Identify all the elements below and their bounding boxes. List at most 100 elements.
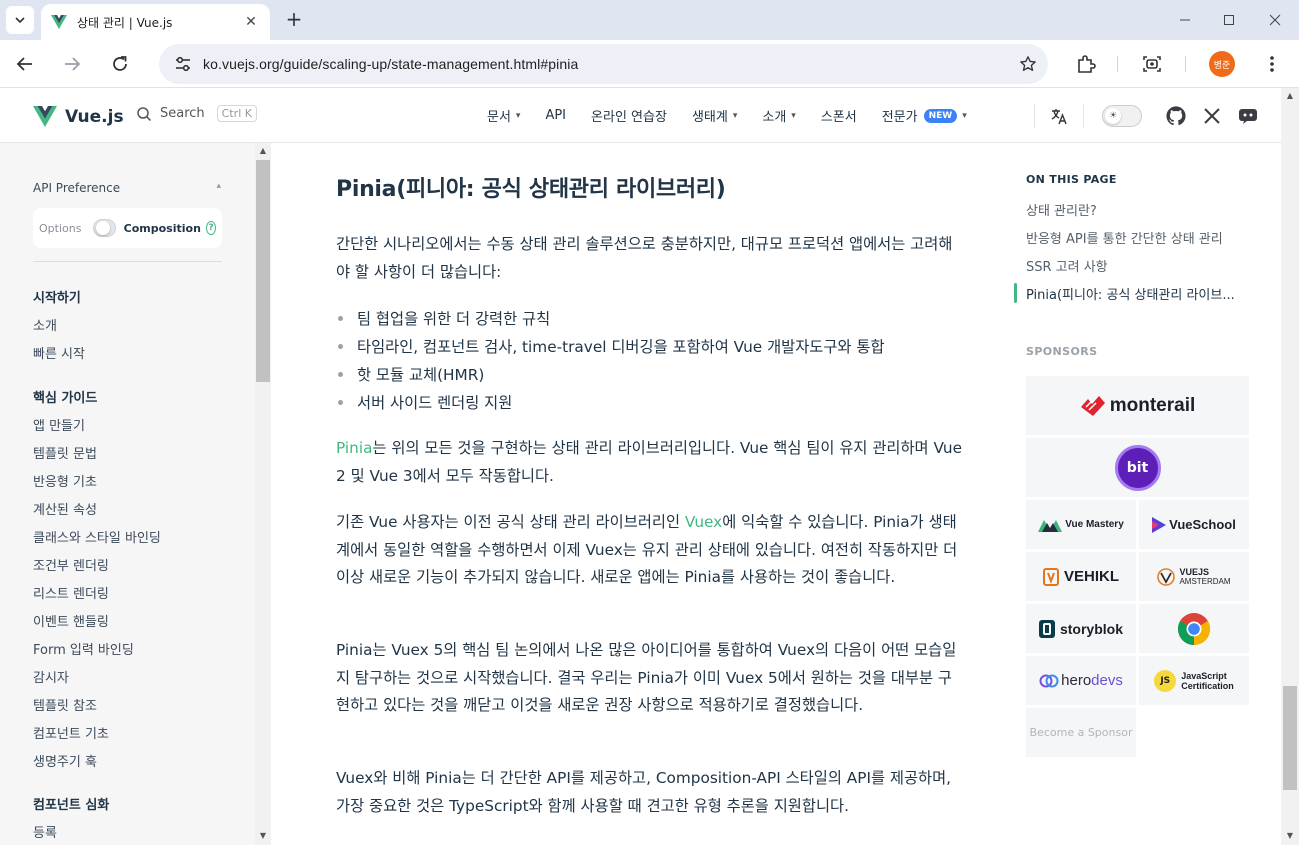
nav-playground[interactable]: 온라인 연습장 [591,106,667,125]
page-scrollbar[interactable]: ▲ ▼ [1281,88,1299,845]
sidebar-item[interactable]: 템플릿 참조 [33,695,97,714]
logo-text: Vue.js [65,106,124,127]
sidebar-item[interactable]: 클래스와 스타일 바인딩 [33,527,161,546]
sidebar-item[interactable]: 빠른 시작 [33,343,85,362]
github-icon[interactable] [1158,105,1194,126]
help-question-icon[interactable]: ? [205,221,216,235]
monterail-logo-icon [1080,395,1105,416]
nav-about[interactable]: 소개 ▾ [762,106,795,125]
pinia-link[interactable]: Pinia [336,439,372,457]
scroll-down-arrow-icon[interactable]: ▼ [255,831,271,840]
sponsor-monterail[interactable]: monterail [1026,376,1249,435]
sidebar-item[interactable]: 계산된 속성 [33,499,97,518]
screen-capture-icon[interactable] [1138,50,1166,78]
url-text[interactable]: ko.vuejs.org/guide/scaling-up/state-mana… [203,56,1008,72]
chevron-down-icon: ▾ [732,110,738,121]
site-info-icon[interactable] [163,56,203,72]
address-bar[interactable]: ko.vuejs.org/guide/scaling-up/state-mana… [159,44,1048,84]
outline-link[interactable]: 상태 관리란? [1026,200,1097,219]
nav-docs[interactable]: 문서 ▾ [487,106,520,125]
x-twitter-icon[interactable] [1194,107,1230,125]
composition-label[interactable]: Composition [124,222,201,235]
chevron-down-icon: ▾ [515,110,521,121]
maximize-icon[interactable] [1206,0,1252,40]
nav-partners[interactable]: 전문가 NEW ▾ [882,106,967,125]
nav-sponsor[interactable]: 스폰서 [821,106,857,125]
api-style-toggle[interactable] [93,219,116,237]
sidebar-item[interactable]: Form 입력 바인딩 [33,639,134,658]
sidebar-item[interactable]: 소개 [33,315,57,334]
sidebar-item[interactable]: 리스트 렌더링 [33,583,109,602]
toolbar-divider [1185,56,1186,72]
sidebar-item[interactable]: 생명주기 훅 [33,751,97,770]
sponsor-js-certification[interactable]: JS JavaScript Certification [1139,656,1249,705]
sidebar-item[interactable]: 컴포넌트 기초 [33,723,109,742]
back-arrow-icon[interactable] [11,50,39,78]
api-preference-switch: Options Composition ? [33,208,222,248]
sponsor-vehikl[interactable]: VEHIKL [1026,552,1136,601]
dark-mode-toggle[interactable]: ☀ [1102,104,1142,127]
sidebar-item[interactable]: 템플릿 문법 [33,443,97,462]
new-tab-icon[interactable]: + [282,7,306,31]
js-badge-icon: JS [1154,669,1177,692]
minimize-icon[interactable] [1162,0,1208,40]
sidebar-item[interactable]: 앱 만들기 [33,415,85,434]
become-sponsor-button[interactable]: Become a Sponsor [1026,708,1136,757]
chevron-down-icon: ▾ [791,110,796,121]
storyblok-logo-icon [1038,619,1055,638]
translate-icon[interactable] [1035,107,1083,125]
vuex-link[interactable]: Vuex [685,513,722,531]
sidebar-item[interactable]: 반응형 기초 [33,471,97,490]
sidebar-item[interactable]: 이벤트 핸들링 [33,611,109,630]
page-scroll-thumb[interactable] [1283,686,1297,790]
sidebar-item[interactable]: 조건부 렌더링 [33,555,109,574]
sponsor-storyblok[interactable]: storyblok [1026,604,1136,653]
sponsor-chrome[interactable] [1139,604,1249,653]
sponsor-bit[interactable]: bit [1026,438,1249,497]
bookmark-star-icon[interactable] [1008,55,1048,73]
api-preference-header[interactable]: API Preference ▴ [33,181,221,195]
sidebar-item[interactable]: 감시자 [33,667,69,686]
sidebar: API Preference ▴ Options Composition ? 시… [0,143,255,845]
sponsor-vue-mastery[interactable]: Vue Mastery [1026,500,1136,549]
browser-tab-active[interactable]: 상태 관리 | Vue.js ✕ [41,4,270,40]
site-navbar: Vue.js Search Ctrl K 문서 ▾ API 온라인 연습장 생태계… [0,88,1281,143]
browser-toolbar: ko.vuejs.org/guide/scaling-up/state-mana… [0,40,1299,88]
vue-favicon-icon [51,15,67,29]
nav-links: 문서 ▾ API 온라인 연습장 생태계 ▾ 소개 ▾ 스폰서 전문가 NEW ▾ [487,88,992,143]
list-item: 타임라인, 컴포넌트 검사, time-travel 디버깅을 포함하여 Vue… [336,335,885,357]
sponsor-herodevs[interactable]: herodevs [1026,656,1136,705]
nav-divider [1083,103,1084,128]
scroll-down-arrow-icon[interactable]: ▼ [1281,831,1299,840]
forward-arrow-icon[interactable] [58,50,86,78]
browser-menu-kebab-icon[interactable] [1258,50,1286,78]
paragraph: Vuex와 비해 Pinia는 더 간단한 API를 제공하고, Composi… [336,769,952,815]
sidebar-group-title: 컴포넌트 심화 [33,798,110,813]
vue-school-logo-icon [1152,516,1167,533]
scroll-up-arrow-icon[interactable]: ▲ [1281,91,1299,100]
search-button[interactable]: Search Ctrl K [136,105,257,122]
section-heading: Pinia(피니아: 공식 상태관리 라이브러리) [336,177,726,202]
outline-link[interactable]: SSR 고려 사항 [1026,256,1108,275]
tab-close-icon[interactable]: ✕ [242,14,260,30]
outline-active-marker [1014,283,1017,303]
sidebar-scrollbar[interactable]: ▲ ▼ [255,143,271,845]
discord-icon[interactable] [1230,107,1266,125]
on-this-page-title: ON THIS PAGE [1026,173,1117,186]
site-logo[interactable]: Vue.js [33,106,124,127]
extensions-puzzle-icon[interactable] [1072,50,1100,78]
sponsor-vue-school[interactable]: VueSchool [1139,500,1249,549]
outline-link[interactable]: 반응형 API를 통한 간단한 상태 관리 [1026,228,1223,247]
options-label[interactable]: Options [39,222,81,235]
nav-ecosystem[interactable]: 생태계 ▾ [692,106,737,125]
nav-api[interactable]: API [545,108,566,123]
sponsor-vuejs-amsterdam[interactable]: VUEJS AMSTERDAM [1139,552,1249,601]
sidebar-item[interactable]: 등록 [33,822,57,841]
tab-search-chevron-icon[interactable] [6,6,34,34]
outline-link-active[interactable]: Pinia(피니아: 공식 상태관리 라이브... [1026,284,1235,303]
reload-icon[interactable] [106,50,134,78]
profile-avatar[interactable]: 병준 [1209,51,1235,77]
sidebar-scroll-thumb[interactable] [256,160,270,382]
window-close-icon[interactable] [1252,0,1298,40]
scroll-up-arrow-icon[interactable]: ▲ [255,146,271,155]
